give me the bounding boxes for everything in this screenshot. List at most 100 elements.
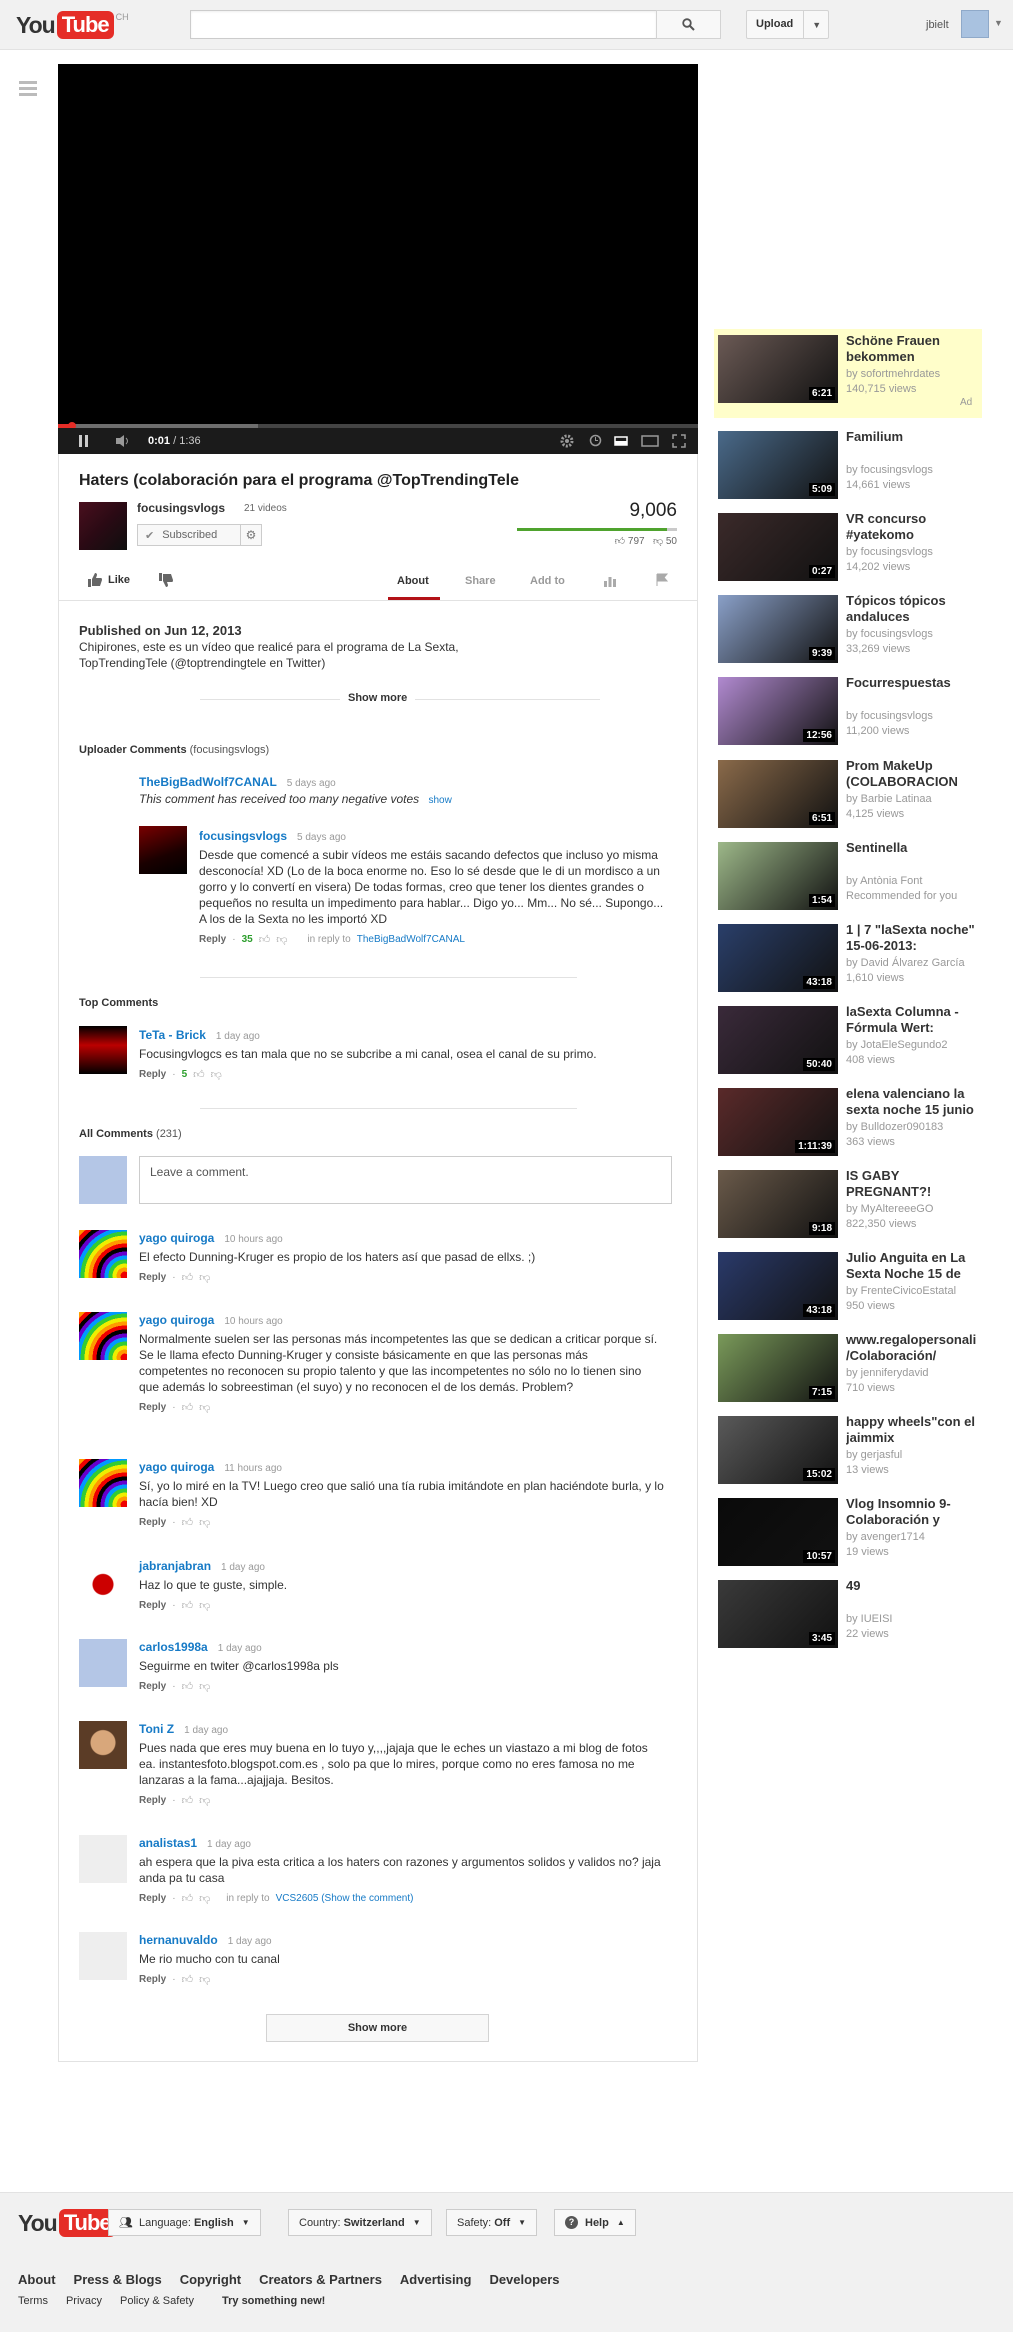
youtube-logo[interactable]: You Tube CH <box>16 11 129 39</box>
channel-avatar[interactable] <box>79 502 127 550</box>
video-thumbnail[interactable]: 43:18 <box>718 1252 838 1320</box>
video-thumbnail[interactable]: 50:40 <box>718 1006 838 1074</box>
thumbs-down-icon[interactable]: 👎︎ <box>199 1973 210 1986</box>
footer-link[interactable]: Policy & Safety <box>120 2295 194 2307</box>
avatar[interactable] <box>79 1230 127 1278</box>
reply-button[interactable]: Reply <box>139 1681 166 1692</box>
fullscreen-icon[interactable] <box>672 434 686 448</box>
comment-author[interactable]: carlos1998a <box>139 1640 208 1654</box>
pause-icon[interactable] <box>78 434 90 448</box>
related-video[interactable]: 43:18 1 | 7 "laSexta noche" 15-06-2013: by… <box>718 922 998 994</box>
country-picker[interactable]: Country: Switzerland ▼ <box>288 2209 432 2236</box>
footer-link[interactable]: Press & Blogs <box>74 2272 162 2287</box>
try-something-new-link[interactable]: Try something new! <box>222 2295 325 2307</box>
video-thumbnail[interactable]: 10:57 <box>718 1498 838 1566</box>
avatar[interactable] <box>79 1721 127 1769</box>
subscription-settings-gear-icon[interactable]: ⚙ <box>240 524 262 546</box>
thumbs-up-icon[interactable]: 👍︎ <box>182 1271 194 1284</box>
related-video[interactable]: 9:18 IS GABY PREGNANT?! by MyAltereeeGO 822… <box>718 1168 998 1240</box>
avatar[interactable] <box>79 1312 127 1360</box>
video-thumbnail[interactable]: 6:21 <box>718 335 838 403</box>
comment-author[interactable]: jabranjabran <box>139 1559 211 1573</box>
comment-input[interactable]: Leave a comment. <box>139 1156 672 1204</box>
comment-author[interactable]: TeTa - Brick <box>139 1028 206 1042</box>
channel-video-count[interactable]: 21 videos <box>244 503 287 514</box>
thumbs-down-icon[interactable]: 👎︎ <box>199 1892 210 1905</box>
video-player[interactable] <box>58 64 698 454</box>
video-title[interactable]: Julio Anguita en La Sexta Noche 15 de <box>846 1250 986 1282</box>
video-thumbnail[interactable]: 9:39 <box>718 595 838 663</box>
like-button[interactable]: Like <box>87 572 130 588</box>
video-thumbnail[interactable]: 3:45 <box>718 1580 838 1648</box>
avatar[interactable] <box>79 1459 127 1507</box>
footer-link[interactable]: Developers <box>489 2272 559 2287</box>
video-title[interactable]: Familium <box>846 429 986 445</box>
thumbs-up-icon[interactable]: 👍︎ <box>182 1680 194 1693</box>
video-thumbnail[interactable]: 9:18 <box>718 1170 838 1238</box>
video-title[interactable]: Focurrespuestas <box>846 675 986 691</box>
avatar[interactable] <box>79 1835 127 1883</box>
large-player-icon[interactable] <box>641 435 659 447</box>
thumbs-up-icon[interactable]: 👍︎ <box>259 933 271 946</box>
watch-later-icon[interactable] <box>589 434 602 447</box>
thumbs-up-icon[interactable]: 👍︎ <box>182 1973 194 1986</box>
related-video[interactable]: 9:39 Tópicos tópicos andaluces by focusing… <box>718 593 998 665</box>
reply-button[interactable]: Reply <box>139 1974 166 1985</box>
subscribed-button[interactable]: ✔ Subscribed <box>137 524 241 546</box>
thumbs-down-icon[interactable]: 👎︎ <box>199 1516 210 1529</box>
footer-link[interactable]: Privacy <box>66 2295 102 2307</box>
thumbs-down-icon[interactable]: 👎︎ <box>276 933 287 946</box>
video-title[interactable]: Prom MakeUp (COLABORACION <box>846 758 986 790</box>
channel-name[interactable]: focusingsvlogs <box>137 501 225 515</box>
youtube-logo[interactable]: You Tube <box>18 2209 116 2237</box>
description-show-more-button[interactable]: Show more <box>340 692 416 704</box>
footer-link[interactable]: Advertising <box>400 2272 472 2287</box>
guide-menu-icon[interactable] <box>19 81 37 99</box>
footer-link[interactable]: Creators & Partners <box>259 2272 382 2287</box>
thumbs-up-icon[interactable]: 👍︎ <box>182 1401 194 1414</box>
video-title[interactable]: IS GABY PREGNANT?! <box>846 1168 986 1200</box>
comment-author[interactable]: yago quiroga <box>139 1460 214 1474</box>
flag-icon[interactable] <box>656 573 668 587</box>
related-video[interactable]: 6:51 Prom MakeUp (COLABORACION by Barbie L… <box>718 758 998 830</box>
safety-picker[interactable]: Safety: Off ▼ <box>446 2209 538 2236</box>
video-thumbnail[interactable]: 43:18 <box>718 924 838 992</box>
video-title[interactable]: Vlog Insomnio 9- Colaboración y <box>846 1496 986 1528</box>
user-name[interactable]: jbielt <box>926 19 949 31</box>
user-avatar[interactable] <box>961 10 989 38</box>
reply-button[interactable]: Reply <box>139 1517 166 1528</box>
footer-link[interactable]: Terms <box>18 2295 48 2307</box>
video-title[interactable]: 1 | 7 "laSexta noche" 15-06-2013: <box>846 922 986 954</box>
related-video[interactable]: 1:54 Sentinella by Antònia Font Recommended… <box>718 840 998 912</box>
video-thumbnail[interactable]: 5:09 <box>718 431 838 499</box>
settings-icon[interactable] <box>560 434 574 448</box>
video-thumbnail[interactable]: 1:54 <box>718 842 838 910</box>
video-title[interactable]: laSexta Columna - Fórmula Wert: <box>846 1004 986 1036</box>
thumbs-down-icon[interactable]: 👎︎ <box>199 1599 210 1612</box>
reply-button[interactable]: Reply <box>139 1069 166 1080</box>
related-video[interactable]: 3:45 49 by IUEISI 22 views <box>718 1578 998 1650</box>
reply-target-link[interactable]: TheBigBadWolf7CANAL <box>357 934 465 945</box>
video-thumbnail[interactable]: 7:15 <box>718 1334 838 1402</box>
avatar[interactable] <box>79 1558 127 1606</box>
thumbs-down-icon[interactable]: 👎︎ <box>199 1271 210 1284</box>
comment-author[interactable]: Toni Z <box>139 1722 174 1736</box>
footer-link[interactable]: About <box>18 2272 56 2287</box>
tab-share[interactable]: Share <box>465 575 496 587</box>
upload-button[interactable]: Upload ▼ <box>746 10 829 39</box>
thumbs-down-icon[interactable]: 👎︎ <box>199 1401 210 1414</box>
comment-author[interactable]: focusingsvlogs <box>199 829 287 843</box>
comment-author[interactable]: yago quiroga <box>139 1231 214 1245</box>
video-title[interactable]: VR concurso #yatekomo <box>846 511 986 543</box>
related-video[interactable]: 7:15 www.regalopersonali /Colaboración/by… <box>718 1332 998 1404</box>
reply-button[interactable]: Reply <box>139 1795 166 1806</box>
video-title[interactable]: Schöne Frauen bekommen <box>846 333 986 365</box>
video-thumbnail[interactable]: 6:51 <box>718 760 838 828</box>
video-title[interactable]: elena valenciano la sexta noche 15 junio <box>846 1086 986 1118</box>
thumbs-down-icon[interactable]: 👎︎ <box>211 1068 222 1081</box>
avatar[interactable] <box>79 1932 127 1980</box>
help-button[interactable]: ? Help ▲ <box>554 2209 636 2236</box>
chevron-down-icon[interactable]: ▼ <box>994 18 1003 28</box>
thumbs-up-icon[interactable]: 👍︎ <box>182 1516 194 1529</box>
related-video[interactable]: 1:11:39 elena valenciano la sexta noche 1… <box>718 1086 998 1158</box>
